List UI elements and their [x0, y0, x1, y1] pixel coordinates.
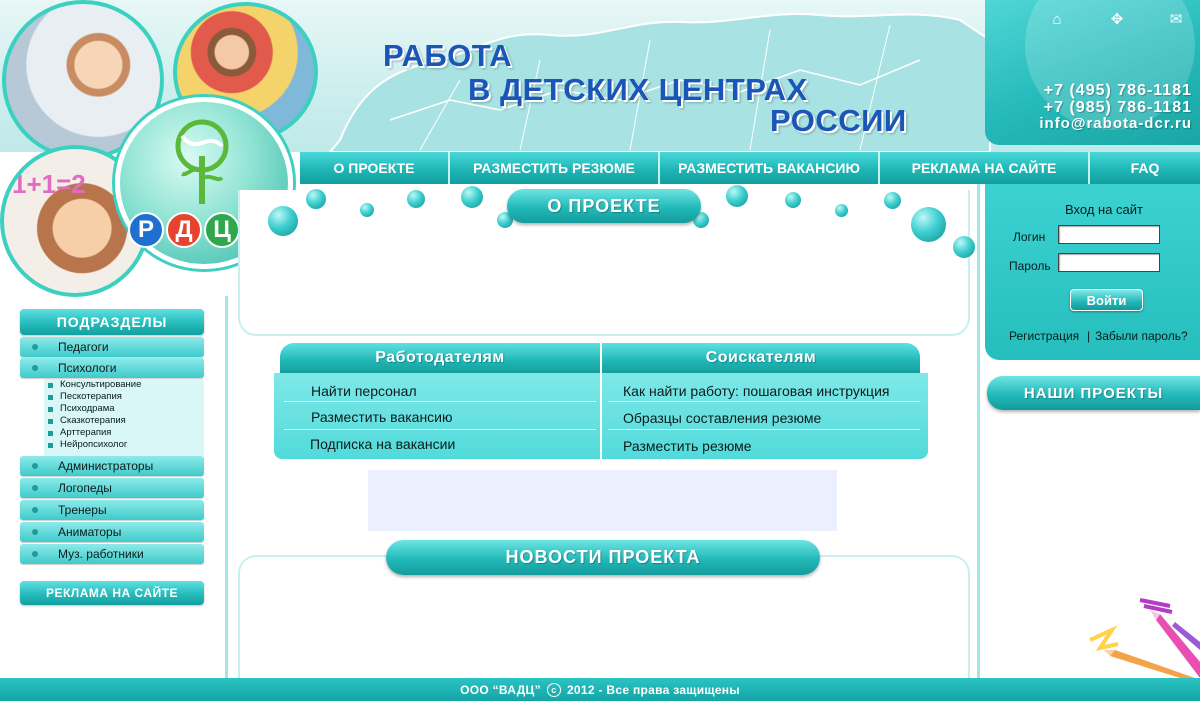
decor-bubble — [835, 204, 848, 217]
forgot-password-link[interactable]: Забыли пароль? — [1095, 329, 1188, 343]
links-grid: Работодателям Соискателям Найти персонал… — [274, 343, 928, 461]
nav-faq[interactable]: FAQ — [1090, 152, 1200, 184]
link-resume-samples[interactable]: Образцы составления резюме — [623, 410, 821, 426]
submenu-item[interactable]: Консультирование — [44, 379, 204, 391]
divider — [284, 401, 596, 402]
pencils-decoration-icon — [1089, 598, 1200, 678]
tree-emblem-icon — [175, 119, 229, 204]
logo-letter: Р — [128, 212, 164, 248]
category-administrators[interactable]: Администраторы — [20, 456, 204, 476]
divider — [284, 429, 596, 430]
psychologists-submenu: Консультирование Пескотерапия Психодрама… — [44, 379, 204, 456]
footer: ООО “ВАДЦ” c 2012 - Все права защищены — [0, 678, 1200, 701]
drawing-scribble: 1+1=2 — [12, 169, 86, 199]
bullet-icon — [32, 463, 38, 469]
decor-bubble — [407, 190, 425, 208]
footer-rights: 2012 - Все права защищены — [566, 682, 740, 697]
category-label: Муз. работники — [58, 547, 144, 561]
submenu-item[interactable]: Арттерапия — [44, 427, 204, 439]
submenu-item[interactable]: Сказкотерапия — [44, 415, 204, 427]
news-heading: НОВОСТИ ПРОЕКТА — [386, 540, 820, 575]
decor-bubble — [461, 186, 483, 208]
main-nav: О ПРОЕКТЕ РАЗМЕСТИТЬ РЕЗЮМЕ РАЗМЕСТИТЬ В… — [300, 152, 1200, 184]
divider — [608, 429, 920, 430]
our-projects-heading: НАШИ ПРОЕКТЫ — [987, 376, 1200, 410]
submenu-item[interactable]: Психодрама — [44, 403, 204, 415]
decor-bubble — [785, 192, 801, 208]
site-title-line3: РОССИИ — [770, 103, 907, 138]
bullet-icon — [32, 485, 38, 491]
link-find-staff[interactable]: Найти персонал — [311, 383, 417, 399]
login-panel: Вход на сайт Логин Пароль Войти Регистра… — [985, 184, 1200, 360]
site-title-line2: В ДЕТСКИХ ЦЕНТРАХ — [468, 72, 808, 107]
ads-button[interactable]: РЕКЛАМА НА САЙТЕ — [20, 581, 204, 605]
copyright-icon: c — [546, 682, 561, 697]
login-title: Вход на сайт — [1065, 202, 1143, 217]
about-heading: О ПРОЕКТЕ — [507, 189, 701, 223]
login-input[interactable] — [1058, 225, 1160, 244]
home-icon[interactable]: ⌂ — [1047, 10, 1067, 30]
category-animators[interactable]: Аниматоры — [20, 522, 204, 542]
seekers-heading: Соискателям — [602, 343, 920, 373]
decor-bubble — [306, 189, 326, 209]
link-subscribe-vacancies[interactable]: Подписка на вакансии — [310, 436, 455, 452]
login-button[interactable]: Войти — [1070, 289, 1143, 311]
logo-letter: Ц — [204, 212, 240, 248]
footer-company: ООО “ВАДЦ” — [460, 682, 541, 697]
password-input[interactable] — [1058, 253, 1160, 272]
bullet-icon — [32, 365, 38, 371]
password-label: Пароль — [1009, 259, 1051, 273]
decor-bubble — [726, 185, 748, 207]
link-separator: | — [1087, 329, 1091, 343]
nav-post-vacancy[interactable]: РАЗМЕСТИТЬ ВАКАНСИЮ — [660, 152, 880, 184]
category-trainers[interactable]: Тренеры — [20, 500, 204, 520]
category-label: Психологи — [58, 361, 117, 375]
submenu-item[interactable]: Нейропсихолог — [44, 439, 204, 451]
category-label: Тренеры — [58, 503, 107, 517]
contact-email[interactable]: info@rabota-dcr.ru — [1039, 115, 1192, 132]
link-job-guide[interactable]: Как найти работу: пошаговая инструкция — [623, 383, 889, 399]
register-link[interactable]: Регистрация — [1009, 329, 1079, 343]
mail-icon[interactable]: ✉ — [1166, 10, 1186, 30]
phone-1: +7 (495) 786-1181 — [1043, 82, 1192, 99]
bullet-icon — [32, 551, 38, 557]
decor-bubble — [360, 203, 374, 217]
submenu-item[interactable]: Пескотерапия — [44, 391, 204, 403]
category-label: Аниматоры — [58, 525, 122, 539]
link-post-resume[interactable]: Разместить резюме — [623, 438, 752, 454]
nav-advertising[interactable]: РЕКЛАМА НА САЙТЕ — [880, 152, 1090, 184]
category-label: Логопеды — [58, 481, 112, 495]
nav-post-resume[interactable]: РАЗМЕСТИТЬ РЕЗЮМЕ — [450, 152, 660, 184]
employers-heading: Работодателям — [280, 343, 600, 373]
login-label: Логин — [1013, 230, 1046, 244]
ad-banner-placeholder[interactable] — [368, 470, 837, 531]
decor-bubble — [884, 192, 901, 209]
category-label: Педагоги — [58, 340, 109, 354]
sections-heading: ПОДРАЗДЕЛЫ — [20, 309, 204, 335]
contact-panel: ⌂ ✥ ✉ +7 (495) 786-1181 +7 (985) 786-118… — [985, 0, 1200, 145]
sitemap-icon[interactable]: ✥ — [1107, 10, 1127, 30]
site-title-line1: РАБОТА — [383, 38, 513, 73]
bullet-icon — [32, 529, 38, 535]
category-music-workers[interactable]: Муз. работники — [20, 544, 204, 564]
category-teachers[interactable]: Педагоги — [20, 337, 204, 357]
link-post-vacancy[interactable]: Разместить вакансию — [311, 409, 453, 425]
bullet-icon — [32, 507, 38, 513]
decor-bubble — [953, 236, 975, 258]
nav-about[interactable]: О ПРОЕКТЕ — [300, 152, 450, 184]
category-label: Администраторы — [58, 459, 154, 473]
category-psychologists[interactable]: Психологи — [20, 358, 204, 378]
decor-bubble — [268, 206, 298, 236]
decor-bubble — [911, 207, 946, 242]
bullet-icon — [32, 344, 38, 350]
divider — [608, 401, 920, 402]
logo-letter: Д — [166, 212, 202, 248]
category-speech-therapists[interactable]: Логопеды — [20, 478, 204, 498]
